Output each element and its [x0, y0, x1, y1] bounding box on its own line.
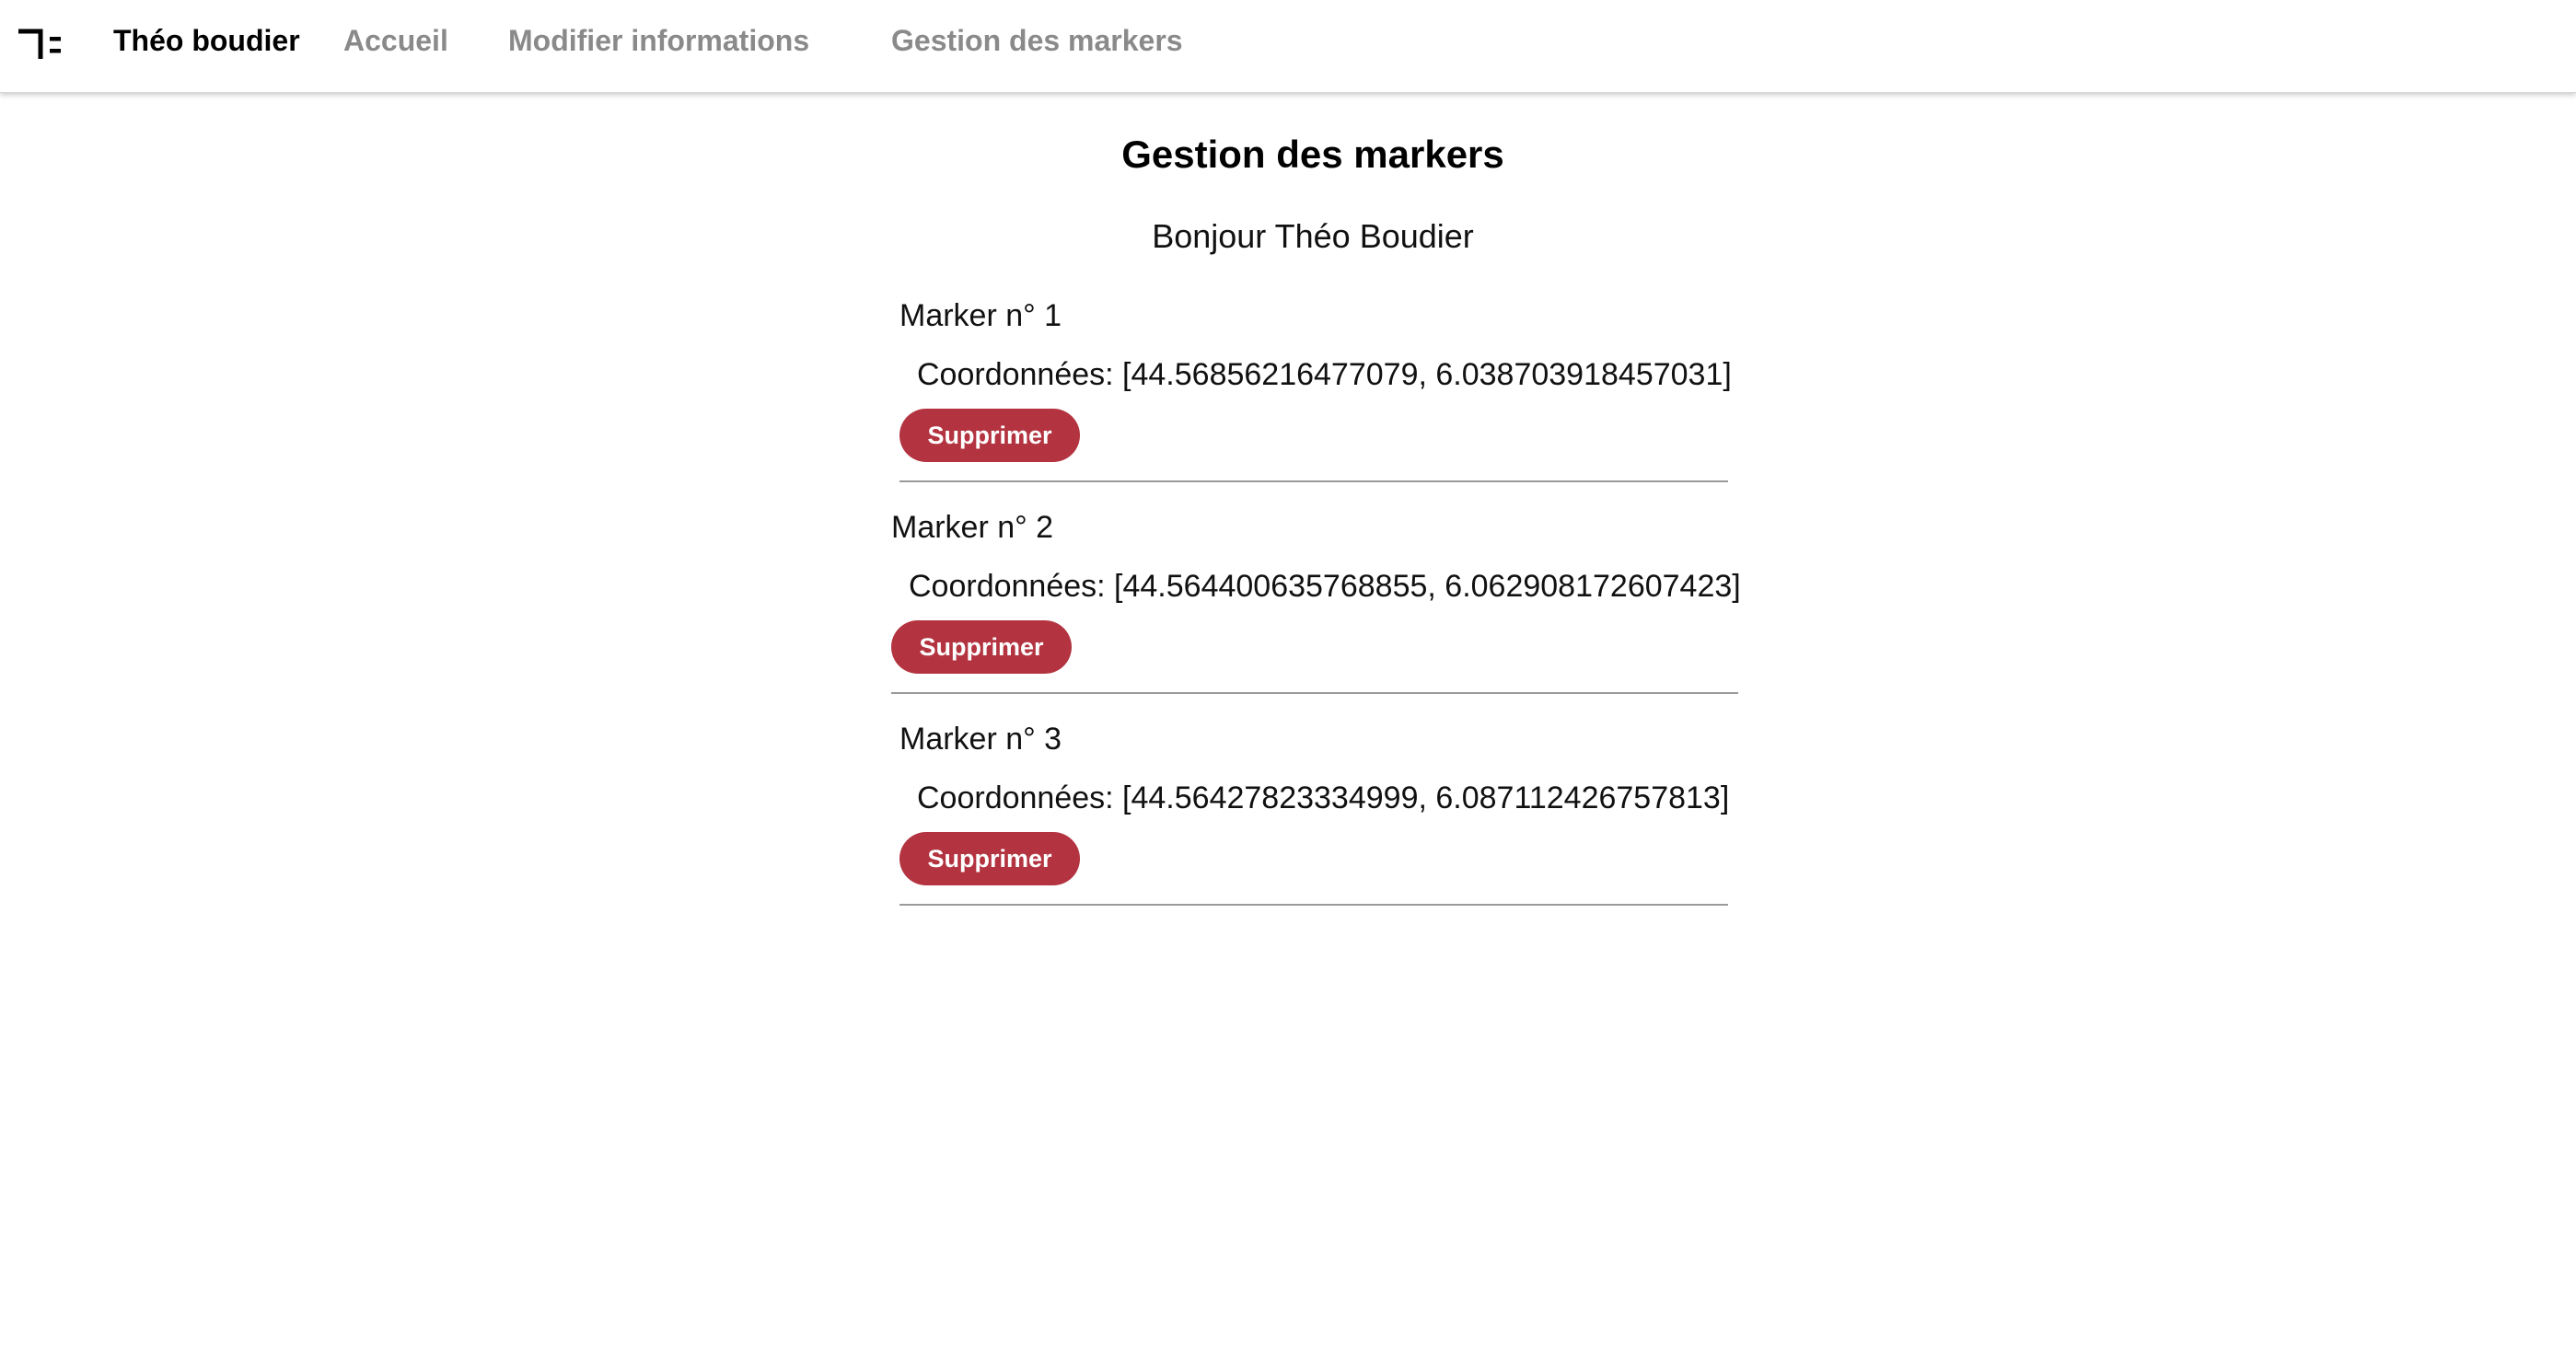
marker-coordinates: Coordonnées: [44.56427823334999, 6.08711…: [917, 780, 1730, 815]
delete-marker-button[interactable]: Supprimer: [899, 409, 1080, 462]
brand-logo-icon[interactable]: [15, 26, 66, 63]
marker-divider: [899, 904, 1728, 906]
marker-title: Marker n° 3: [899, 722, 1062, 757]
marker-coordinates: Coordonnées: [44.56856216477079, 6.03870…: [917, 357, 1732, 392]
greeting-text: Bonjour Théo Boudier: [1152, 217, 1474, 255]
nav-link-modifier-informations[interactable]: Modifier informations: [508, 22, 809, 59]
marker-divider: [899, 480, 1728, 482]
marker-coordinates: Coordonnées: [44.564400635768855, 6.0629…: [909, 569, 1741, 604]
delete-marker-button[interactable]: Supprimer: [891, 620, 1072, 674]
delete-marker-button[interactable]: Supprimer: [899, 832, 1080, 885]
marker-title: Marker n° 1: [899, 298, 1062, 333]
top-navbar: Théo boudier Accueil Modifier informatio…: [0, 0, 2576, 93]
nav-link-gestion-markers[interactable]: Gestion des markers: [891, 22, 1183, 59]
marker-divider: [891, 692, 1738, 694]
brand-name[interactable]: Théo boudier: [113, 22, 300, 59]
page-title: Gestion des markers: [1121, 133, 1504, 176]
marker-title: Marker n° 2: [891, 510, 1054, 545]
nav-link-accueil[interactable]: Accueil: [343, 22, 448, 59]
